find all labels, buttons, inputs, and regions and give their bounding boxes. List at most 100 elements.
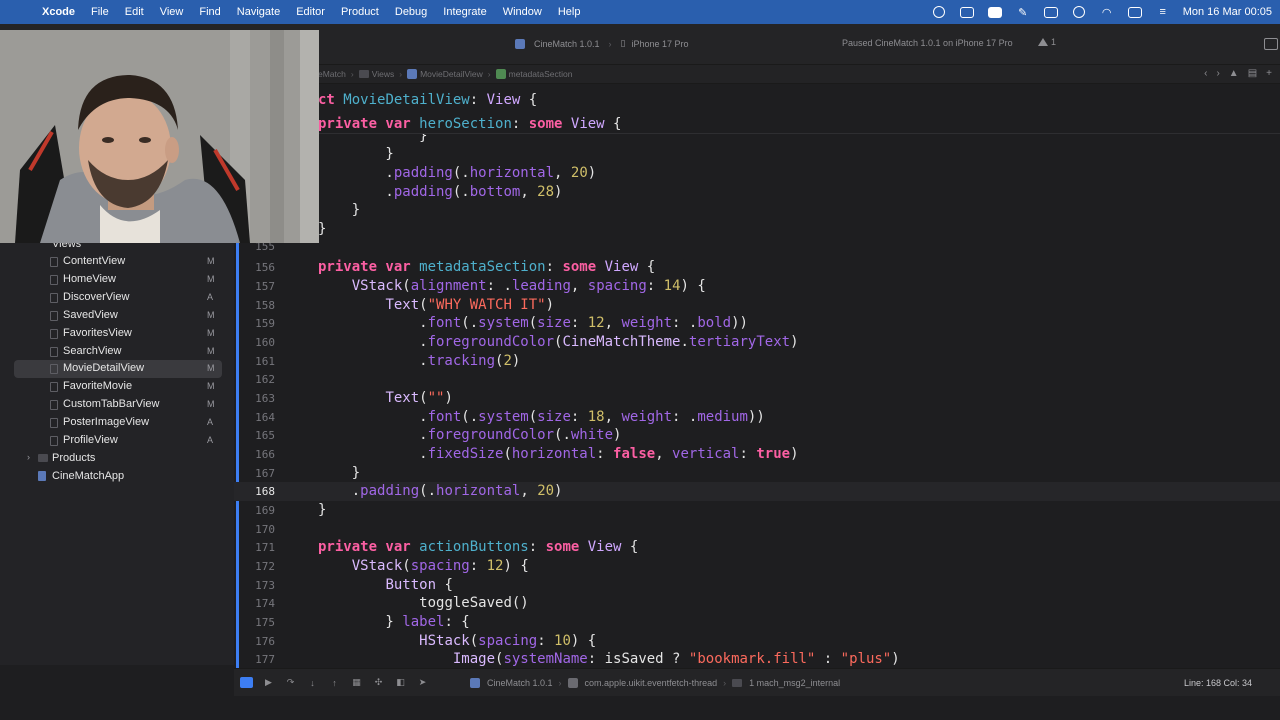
menu-find[interactable]: Find [191,6,228,18]
nav-item-savedview[interactable]: SavedView M [0,307,234,325]
add-editor-icon[interactable]: + [1266,68,1272,79]
warning-indicator[interactable]: 1 [1038,37,1056,47]
chevron-right-icon: › [350,69,354,79]
webcam-overlay [0,30,319,243]
environment-overrides-icon[interactable]: ◧ [394,677,407,688]
menu-editor[interactable]: Editor [288,6,333,18]
breakpoints-toggle-icon[interactable] [240,677,253,688]
breadcrumb-file[interactable]: MovieDetailView [420,69,483,79]
code-line: } [318,502,327,518]
thread-icon [567,678,578,688]
folder-icon [358,70,369,78]
continue-icon[interactable]: ▶ [262,677,275,688]
scheme-name[interactable]: CineMatch 1.0.1 [534,39,600,49]
nav-item-contentview[interactable]: ContentView M [0,253,234,271]
step-into-icon[interactable]: ↓ [306,677,319,688]
menu-product[interactable]: Product [333,6,387,18]
code-line: .tracking(2) [318,353,521,369]
cloud-sync-icon[interactable] [931,5,947,19]
nav-item-homeview[interactable]: HomeView M [0,271,234,289]
nav-item-posterimageview[interactable]: PosterImageView A [0,414,234,432]
debug-thread-path: CineMatch 1.0.1 › com.apple.uikit.eventf… [470,678,840,688]
nav-item-discoverview[interactable]: DiscoverView A [0,289,234,307]
step-out-icon[interactable]: ↑ [328,677,341,688]
keyboard-k-icon[interactable] [1043,5,1059,19]
nav-item-status: M [207,346,215,356]
menu-view[interactable]: View [152,6,192,18]
menu-integrate[interactable]: Integrate [435,6,494,18]
nav-item-favoritesview[interactable]: FavoritesView M [0,325,234,343]
line-number: 155 [255,243,275,253]
code-line: Button { [385,577,453,593]
code-line: } [318,133,428,144]
battery-icon[interactable] [1127,5,1143,19]
nav-item-profileview[interactable]: ProfileView A [0,432,234,450]
nav-item-label: ProfileView [63,434,118,446]
nav-item-status: M [207,310,215,320]
line-number: 163 [255,392,275,405]
pen-icon[interactable]: ✎ [1015,5,1031,19]
disclosure-right-icon[interactable]: › [27,452,30,462]
line-number: 157 [255,280,275,293]
jump-bar: eMatch › Views › MovieDetailView › metad… [318,65,1280,84]
line-number: 177 [255,653,275,666]
play-icon[interactable] [1071,5,1087,19]
menu-window[interactable]: Window [495,6,550,18]
line-number: 172 [255,560,275,573]
inspector-toggle-icon[interactable] [1264,38,1278,50]
jump-bar-controls: ‹ › ▲ ▤ + [1204,68,1272,79]
code-line: private var metadataSection: some View { [318,259,656,275]
webcam-person-illustration [0,30,319,243]
menu-edit[interactable]: Edit [117,6,152,18]
cursor-position: Line: 168 Col: 34 [1183,678,1252,688]
debug-thread[interactable]: com.apple.uikit.eventfetch-thread [585,678,718,688]
simulate-location-icon[interactable]: ➤ [416,677,429,688]
debug-frame[interactable]: 1 mach_msg2_internal [749,678,840,688]
screen-icon[interactable] [959,5,975,19]
nav-item-favoritemovie[interactable]: FavoriteMovie M [0,378,234,396]
swift-file-icon [407,69,418,79]
breadcrumb-group[interactable]: Views [372,69,395,79]
chevron-right-icon: › [723,678,727,688]
code-line: } [318,221,327,237]
breadcrumb-symbol[interactable]: metadataSection [509,69,573,79]
menu-clock[interactable]: Mon 16 Mar 00:05 [1183,6,1272,18]
forward-icon[interactable]: › [1216,68,1219,79]
warning-nav-icon[interactable]: ▲ [1229,68,1239,79]
camera-icon[interactable] [987,5,1003,19]
debug-scheme[interactable]: CineMatch 1.0.1 [487,678,553,688]
menu-navigate[interactable]: Navigate [229,6,288,18]
swift-file-icon [50,382,58,392]
nav-item-searchview[interactable]: SearchView M [0,343,234,361]
chevron-right-icon: › [399,69,403,79]
scheme-selector[interactable]: CineMatch 1.0.1 › ▯ iPhone 17 Pro [515,38,689,49]
destination-name[interactable]: iPhone 17 Pro [632,39,689,49]
nav-item-status: M [207,328,215,338]
source-editor[interactable]: 155 156 157 158 159 160 161 162 163 164 … [234,243,1280,668]
memory-graph-icon[interactable]: ✣ [372,677,385,688]
sticky-scope-header: ct MovieDetailView: View { private var h… [318,84,1280,134]
code-line: } [318,465,361,481]
swift-file-icon [38,471,46,481]
nav-item-label: FavoriteMovie [63,380,133,392]
code-line: .font(.system(size: 12, weight: .bold)) [318,315,748,331]
nav-item-customtabbarview[interactable]: CustomTabBarView M [0,396,234,414]
step-over-icon[interactable]: ↷ [284,677,297,688]
menu-app-name[interactable]: Xcode [34,6,83,18]
control-center-icon[interactable]: ≡ [1155,5,1171,19]
menu-debug[interactable]: Debug [387,6,435,18]
breadcrumb-project[interactable]: eMatch [318,69,346,79]
menu-help[interactable]: Help [550,6,589,18]
nav-item-cinematchapp[interactable]: CineMatchApp [0,468,234,486]
code-line: } label: { [318,614,470,630]
view-hierarchy-icon[interactable]: ▦ [350,677,363,688]
wifi-icon[interactable]: ◠ [1099,5,1115,19]
nav-item-moviedetailview[interactable]: MovieDetailView M [14,360,222,378]
back-icon[interactable]: ‹ [1204,68,1207,79]
menu-file[interactable]: File [83,6,117,18]
line-number: 173 [255,579,275,592]
nav-group-products[interactable]: › Products [0,450,234,468]
code-scroll-upper: } } .padding(.horizontal, 20) .padding(.… [318,133,1280,243]
minimap-icon[interactable]: ▤ [1248,68,1257,79]
